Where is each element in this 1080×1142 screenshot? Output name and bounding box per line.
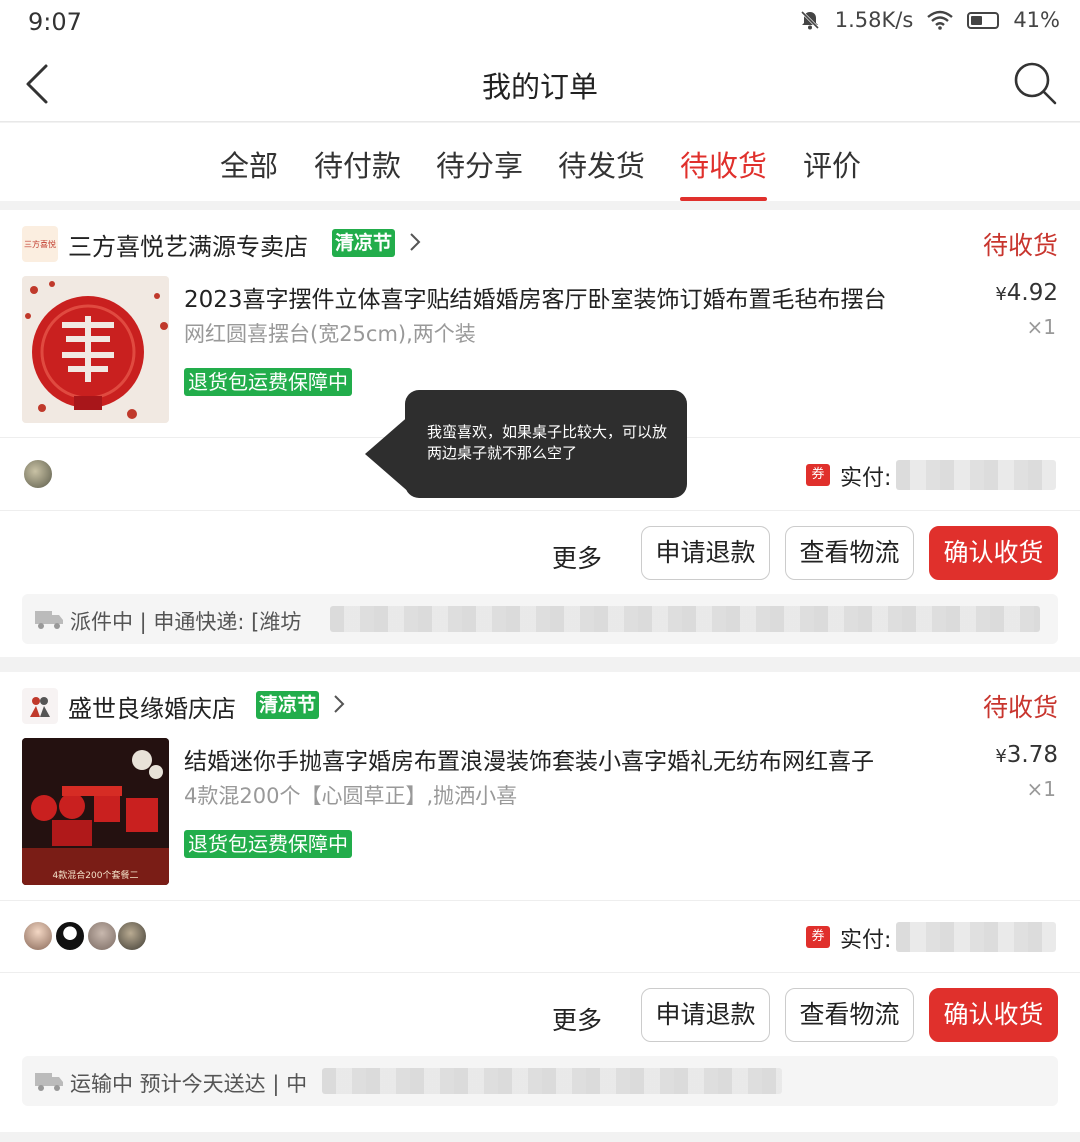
avatar <box>116 920 148 952</box>
chevron-right-icon[interactable] <box>408 230 422 254</box>
redacted-amount <box>896 460 1056 490</box>
product-title[interactable]: 2023喜字摆件立体喜字贴结婚婚房客厅卧室装饰订婚布置毛毡布摆台 <box>184 280 954 314</box>
coupon-icon: 券 <box>806 464 830 486</box>
logistics-status-text: 派件中 | 申通快递: [潍坊 <box>70 610 302 634</box>
currency-symbol: ¥ <box>995 284 1007 305</box>
more-button[interactable]: 更多 <box>552 1001 602 1037</box>
double-happiness-ornament-image <box>22 276 169 423</box>
view-logistics-button[interactable]: 查看物流 <box>785 526 914 580</box>
product-image[interactable]: 4款混合200个套餐二 <box>22 738 169 885</box>
status-time: 9:07 <box>28 8 82 36</box>
truck-icon <box>35 1073 63 1091</box>
confirm-receipt-button[interactable]: 确认收货 <box>929 988 1058 1042</box>
avatar <box>54 920 86 952</box>
nav-bar: 我的订单 <box>0 46 1080 122</box>
order-card: 盛世良缘婚庆店 清凉节 待收货 4款混合200个套餐二 结婚迷你手抛喜字婚房布置… <box>0 672 1080 1132</box>
store-name[interactable]: 三方喜悦艺满源专卖店 <box>68 227 308 262</box>
tab-pending-share[interactable]: 待分享 <box>436 143 523 185</box>
truck-icon <box>35 611 63 629</box>
tab-review[interactable]: 评价 <box>803 143 861 185</box>
status-indicators: 1.58K/s 41% <box>799 8 1060 32</box>
page-title: 我的订单 <box>481 70 598 104</box>
product-image[interactable] <box>22 276 169 423</box>
store-logo <box>22 688 58 724</box>
return-shipping-guarantee-badge: 退货包运费保障中 <box>184 368 352 396</box>
divider <box>0 510 1080 511</box>
divider <box>0 900 1080 901</box>
redacted-logistics-details <box>322 1068 782 1094</box>
order-status: 待收货 <box>982 231 1058 260</box>
confirm-receipt-button[interactable]: 确认收货 <box>929 526 1058 580</box>
order-status: 待收货 <box>982 693 1058 722</box>
tab-pending-receipt[interactable]: 待收货 <box>680 143 767 185</box>
tab-pending-payment[interactable]: 待付款 <box>314 143 401 185</box>
store-logo-text: 三方喜悦 <box>24 239 56 249</box>
product-spec: 4款混200个【心圆草正】,抛洒小喜 <box>184 784 518 808</box>
battery-icon <box>967 11 1000 29</box>
return-shipping-guarantee-badge: 退货包运费保障中 <box>184 830 352 858</box>
logistics-status-text: 运输中 预计今天送达 | 中 <box>70 1072 308 1096</box>
price-value: 4.92 <box>1006 280 1058 306</box>
redacted-logistics-details <box>330 606 1040 632</box>
product-price: ¥3.78 <box>995 742 1058 768</box>
network-speed: 1.58K/s <box>834 8 914 32</box>
status-bar: 9:07 1.58K/s 41% <box>0 0 1080 46</box>
product-image-caption: 4款混合200个套餐二 <box>52 871 139 881</box>
coupon-icon: 券 <box>806 926 830 948</box>
avatar <box>86 920 118 952</box>
battery-level: 41% <box>1013 8 1060 32</box>
price-value: 3.78 <box>1006 742 1058 768</box>
avatar <box>22 458 54 490</box>
avatar <box>22 920 54 952</box>
store-name[interactable]: 盛世良缘婚庆店 <box>68 689 236 724</box>
product-price: ¥4.92 <box>995 280 1058 306</box>
store-logo: 三方喜悦 <box>22 226 58 262</box>
product-quantity: ×1 <box>1026 315 1056 339</box>
redacted-amount <box>896 922 1056 952</box>
product-quantity: ×1 <box>1026 777 1056 801</box>
mini-happiness-confetti-image <box>22 738 169 885</box>
active-tab-indicator <box>680 197 767 201</box>
product-spec: 网红圆喜摆台(宽25cm),两个装 <box>184 322 476 346</box>
tooltip-text: 我蛮喜欢，如果桌子比较大，可以放两边桌子就不那么空了 <box>427 423 668 462</box>
comment-tooltip: 我蛮喜欢，如果桌子比较大，可以放两边桌子就不那么空了 <box>365 390 687 498</box>
product-title[interactable]: 结婚迷你手抛喜字婚房布置浪漫装饰套装小喜字婚礼无纺布网红喜子 <box>184 742 954 776</box>
logistics-bar[interactable]: 运输中 预计今天送达 | 中 <box>22 1056 1058 1106</box>
currency-symbol: ¥ <box>995 746 1007 767</box>
promo-badge: 清凉节 <box>332 229 396 257</box>
wedding-couple-logo <box>30 697 50 717</box>
view-logistics-button[interactable]: 查看物流 <box>785 988 914 1042</box>
paid-label: 实付: <box>840 928 892 953</box>
chevron-right-icon[interactable] <box>332 692 346 716</box>
more-button[interactable]: 更多 <box>552 539 602 575</box>
promo-badge: 清凉节 <box>256 691 320 719</box>
logistics-bar[interactable]: 派件中 | 申通快递: [潍坊 <box>22 594 1058 644</box>
request-refund-button[interactable]: 申请退款 <box>641 526 770 580</box>
request-refund-button[interactable]: 申请退款 <box>641 988 770 1042</box>
tab-all[interactable]: 全部 <box>220 143 278 185</box>
search-icon[interactable] <box>1012 60 1058 106</box>
tab-pending-shipment[interactable]: 待发货 <box>558 143 645 185</box>
divider <box>0 972 1080 973</box>
bell-muted-icon <box>800 10 819 30</box>
paid-label: 实付: <box>840 466 892 491</box>
order-tabs: 全部 待付款 待分享 待发货 待收货 评价 <box>0 123 1080 201</box>
wifi-icon <box>927 10 954 30</box>
